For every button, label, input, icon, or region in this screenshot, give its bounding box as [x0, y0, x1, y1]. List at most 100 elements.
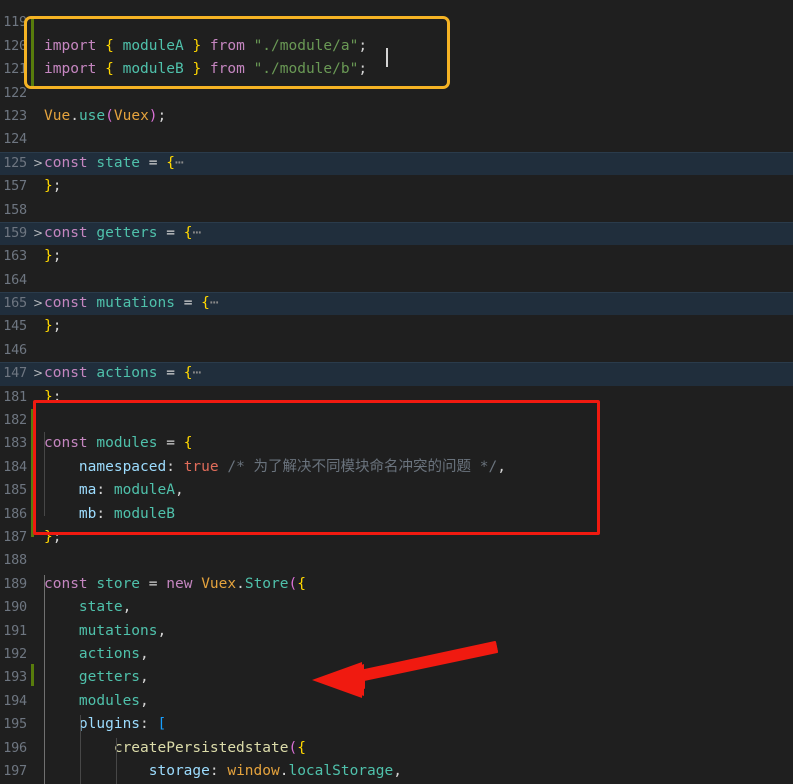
line-number: 145	[3, 318, 27, 335]
git-change-bar-imports	[31, 16, 34, 86]
code-text[interactable]: };	[44, 526, 61, 549]
code-line[interactable]: 120 import { moduleA } from "./module/a";	[0, 35, 793, 58]
code-line[interactable]: 195 plugins: [	[0, 713, 793, 736]
line-number-gutter: 186	[0, 503, 30, 526]
line-number-gutter: 158	[0, 199, 30, 222]
code-line[interactable]: 181};	[0, 386, 793, 409]
line-number-gutter: 145	[0, 315, 30, 338]
line-number-gutter: 197	[0, 760, 30, 783]
indent-guide-createpersistedstate	[116, 738, 117, 784]
line-number: 159	[3, 224, 27, 241]
code-line[interactable]: 164	[0, 269, 793, 292]
code-line[interactable]: 197 storage: window.localStorage,	[0, 760, 793, 783]
line-number: 124	[3, 131, 27, 148]
code-line[interactable]: 157};	[0, 175, 793, 198]
code-text[interactable]: const modules = {	[44, 432, 192, 455]
code-text[interactable]: actions,	[44, 643, 149, 666]
line-number-gutter: 124	[0, 128, 30, 151]
line-number: 122	[3, 84, 27, 101]
line-number-gutter: 147	[0, 362, 30, 385]
code-line[interactable]: 123 Vue.use(Vuex);	[0, 105, 793, 128]
line-number: 193	[3, 669, 27, 686]
code-line[interactable]: 186 mb: moduleB	[0, 503, 793, 526]
code-line[interactable]: 191 mutations,	[0, 620, 793, 643]
line-number-gutter: 163	[0, 245, 30, 268]
code-text[interactable]: };	[44, 386, 61, 409]
code-line[interactable]: 159 > const getters = {⋯	[0, 221, 793, 246]
code-line[interactable]: 187};	[0, 526, 793, 549]
line-number: 146	[3, 341, 27, 358]
line-number: 192	[3, 645, 27, 662]
line-number: 158	[3, 201, 27, 218]
code-text[interactable]: createPersistedstate({	[44, 737, 306, 760]
code-text[interactable]: state,	[44, 596, 131, 619]
code-line[interactable]: 190 state,	[0, 596, 793, 619]
code-line[interactable]: 185 ma: moduleA,	[0, 479, 793, 502]
code-editor-viewport[interactable]: 119 120 import { moduleA } from "./module/…	[0, 0, 793, 784]
code-line[interactable]: 188	[0, 549, 793, 572]
line-number: 196	[3, 739, 27, 756]
line-number-gutter: 195	[0, 713, 30, 736]
code-text[interactable]: plugins: [	[44, 713, 166, 736]
code-line[interactable]: 196 createPersistedstate({	[0, 737, 793, 760]
code-line[interactable]: 192 actions,	[0, 643, 793, 666]
line-number: 185	[3, 482, 27, 499]
code-text[interactable]: import { moduleA } from "./module/a";	[44, 35, 367, 58]
indent-guide-plugins	[80, 715, 81, 784]
line-number: 190	[3, 599, 27, 616]
code-line[interactable]: 182	[0, 409, 793, 432]
code-line[interactable]: 124	[0, 128, 793, 151]
line-number: 125	[3, 154, 27, 171]
line-number: 187	[3, 528, 27, 545]
code-text[interactable]: const store = new Vuex.Store({	[44, 573, 306, 596]
code-text[interactable]: const actions = {⋯	[44, 362, 201, 385]
code-line[interactable]: 147 > const actions = {⋯	[0, 362, 793, 386]
line-number-gutter: 157	[0, 175, 30, 198]
code-text[interactable]: Vue.use(Vuex);	[44, 105, 166, 128]
line-number-gutter: 125	[0, 152, 30, 175]
line-number: 182	[3, 412, 27, 429]
code-text[interactable]: mb: moduleB	[44, 503, 175, 526]
code-line[interactable]: 122	[0, 82, 793, 105]
code-line[interactable]: 193 getters,	[0, 666, 793, 689]
code-line[interactable]: 163};	[0, 245, 793, 268]
code-line[interactable]: 121 import { moduleB } from "./module/b";	[0, 58, 793, 81]
code-text[interactable]: };	[44, 245, 61, 268]
code-text[interactable]: import { moduleB } from "./module/b";	[44, 58, 367, 81]
code-line[interactable]: 146	[0, 339, 793, 362]
code-text[interactable]: ma: moduleA,	[44, 479, 184, 502]
code-line[interactable]	[0, 0, 793, 11]
git-change-bar-modules-ref	[31, 664, 34, 686]
code-text[interactable]: const state = {⋯	[44, 152, 184, 175]
code-text[interactable]: storage: window.localStorage,	[44, 760, 402, 783]
line-number-gutter: 184	[0, 456, 30, 479]
code-line[interactable]: 194 modules,	[0, 690, 793, 713]
line-number: 183	[3, 435, 27, 452]
code-line[interactable]: 119	[0, 11, 793, 34]
line-number: 121	[3, 61, 27, 78]
code-line[interactable]: 145};	[0, 315, 793, 338]
code-text[interactable]: getters,	[44, 666, 149, 689]
line-number-gutter: 185	[0, 479, 30, 502]
code-text[interactable]: };	[44, 175, 61, 198]
code-text[interactable]: const getters = {⋯	[44, 222, 201, 245]
line-number: 186	[3, 505, 27, 522]
code-line[interactable]: 158	[0, 199, 793, 222]
line-number: 165	[3, 295, 27, 312]
line-number: 120	[3, 37, 27, 54]
line-number-gutter: 164	[0, 269, 30, 292]
line-number: 163	[3, 248, 27, 265]
code-line[interactable]: 189 const store = new Vuex.Store({	[0, 573, 793, 596]
code-line[interactable]: 165 > const mutations = {⋯	[0, 292, 793, 316]
code-text[interactable]: modules,	[44, 690, 149, 713]
code-line[interactable]: 125 > const state = {⋯	[0, 151, 793, 176]
line-number-gutter: 189	[0, 573, 30, 596]
line-number: 197	[3, 762, 27, 779]
code-line[interactable]: 183 const modules = {	[0, 432, 793, 455]
code-line[interactable]: 184 namespaced: true /* 为了解决不同模块命名冲突的问题 …	[0, 456, 793, 479]
code-text[interactable]: mutations,	[44, 620, 166, 643]
code-text[interactable]: namespaced: true /* 为了解决不同模块命名冲突的问题 */,	[44, 456, 506, 479]
line-number: 181	[3, 388, 27, 405]
code-text[interactable]: const mutations = {⋯	[44, 292, 219, 315]
code-text[interactable]: };	[44, 315, 61, 338]
